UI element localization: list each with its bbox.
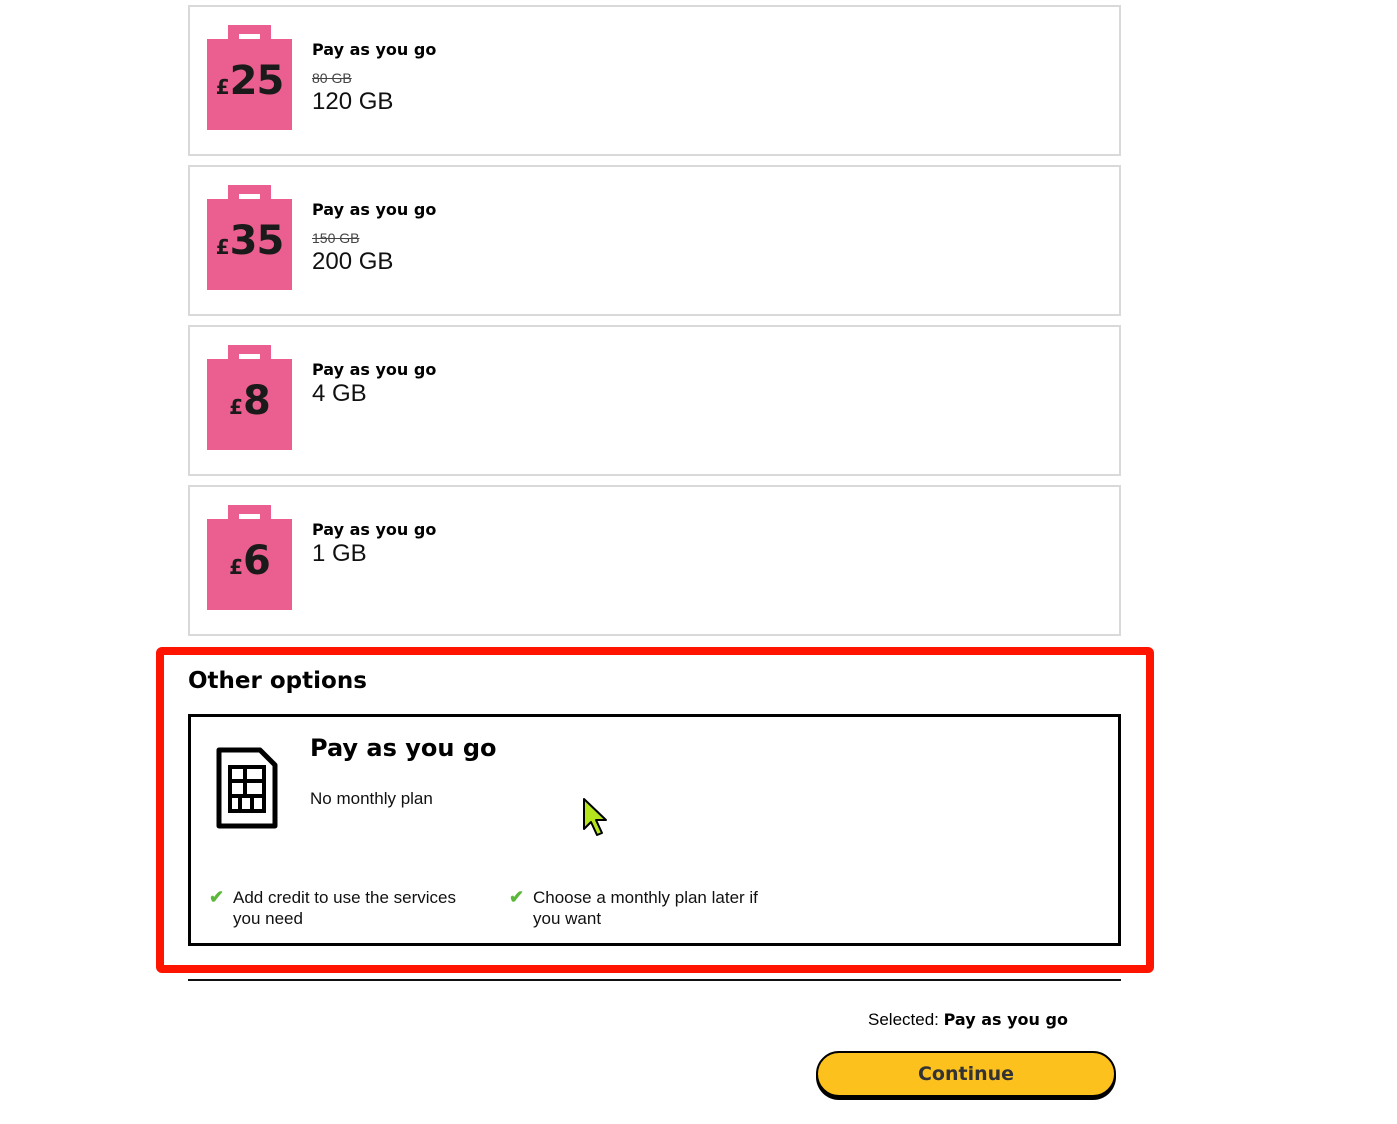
continue-button[interactable]: Continue [816,1051,1116,1097]
plan-card-25[interactable]: £25 Pay as you go 80 GB 120 GB [188,5,1121,156]
payg-option-card[interactable]: Pay as you go No monthly plan ✔ Add cred… [188,714,1121,946]
option-subtitle: No monthly plan [310,789,433,808]
selected-summary: Selected: Pay as you go [868,1010,1068,1030]
plan-card-35[interactable]: £35 Pay as you go 150 GB 200 GB [188,165,1121,316]
feature-item: ✔ Choose a monthly plan later if you wan… [509,887,758,928]
plan-old-data: 80 GB [312,70,352,86]
sim-card-icon [216,747,278,834]
selected-label: Selected: [868,1010,939,1029]
checkmark-icon: ✔ [209,887,225,907]
plan-title: Pay as you go [312,360,437,379]
plan-title: Pay as you go [312,40,437,59]
plan-card-6[interactable]: £6 Pay as you go 1 GB [188,485,1121,636]
mouse-cursor-icon [582,797,610,844]
plan-card-8[interactable]: £8 Pay as you go 4 GB [188,325,1121,476]
price-bag-icon: £8 [207,342,292,450]
plan-title: Pay as you go [312,520,437,539]
plan-old-data: 150 GB [312,230,360,246]
price-bag-icon: £6 [207,502,292,610]
plan-data: 120 GB [312,88,394,115]
plan-data: 200 GB [312,248,394,275]
plan-title: Pay as you go [312,200,437,219]
other-options-heading: Other options [188,668,367,694]
price-bag-icon: £35 [207,182,292,290]
checkmark-icon: ✔ [509,887,525,907]
price-bag-icon: £25 [207,22,292,130]
option-title: Pay as you go [310,734,497,762]
selected-value: Pay as you go [943,1010,1068,1029]
plan-data: 4 GB [312,380,367,407]
divider [188,979,1121,981]
plan-data: 1 GB [312,540,367,567]
feature-item: ✔ Add credit to use the services you nee… [209,887,457,928]
